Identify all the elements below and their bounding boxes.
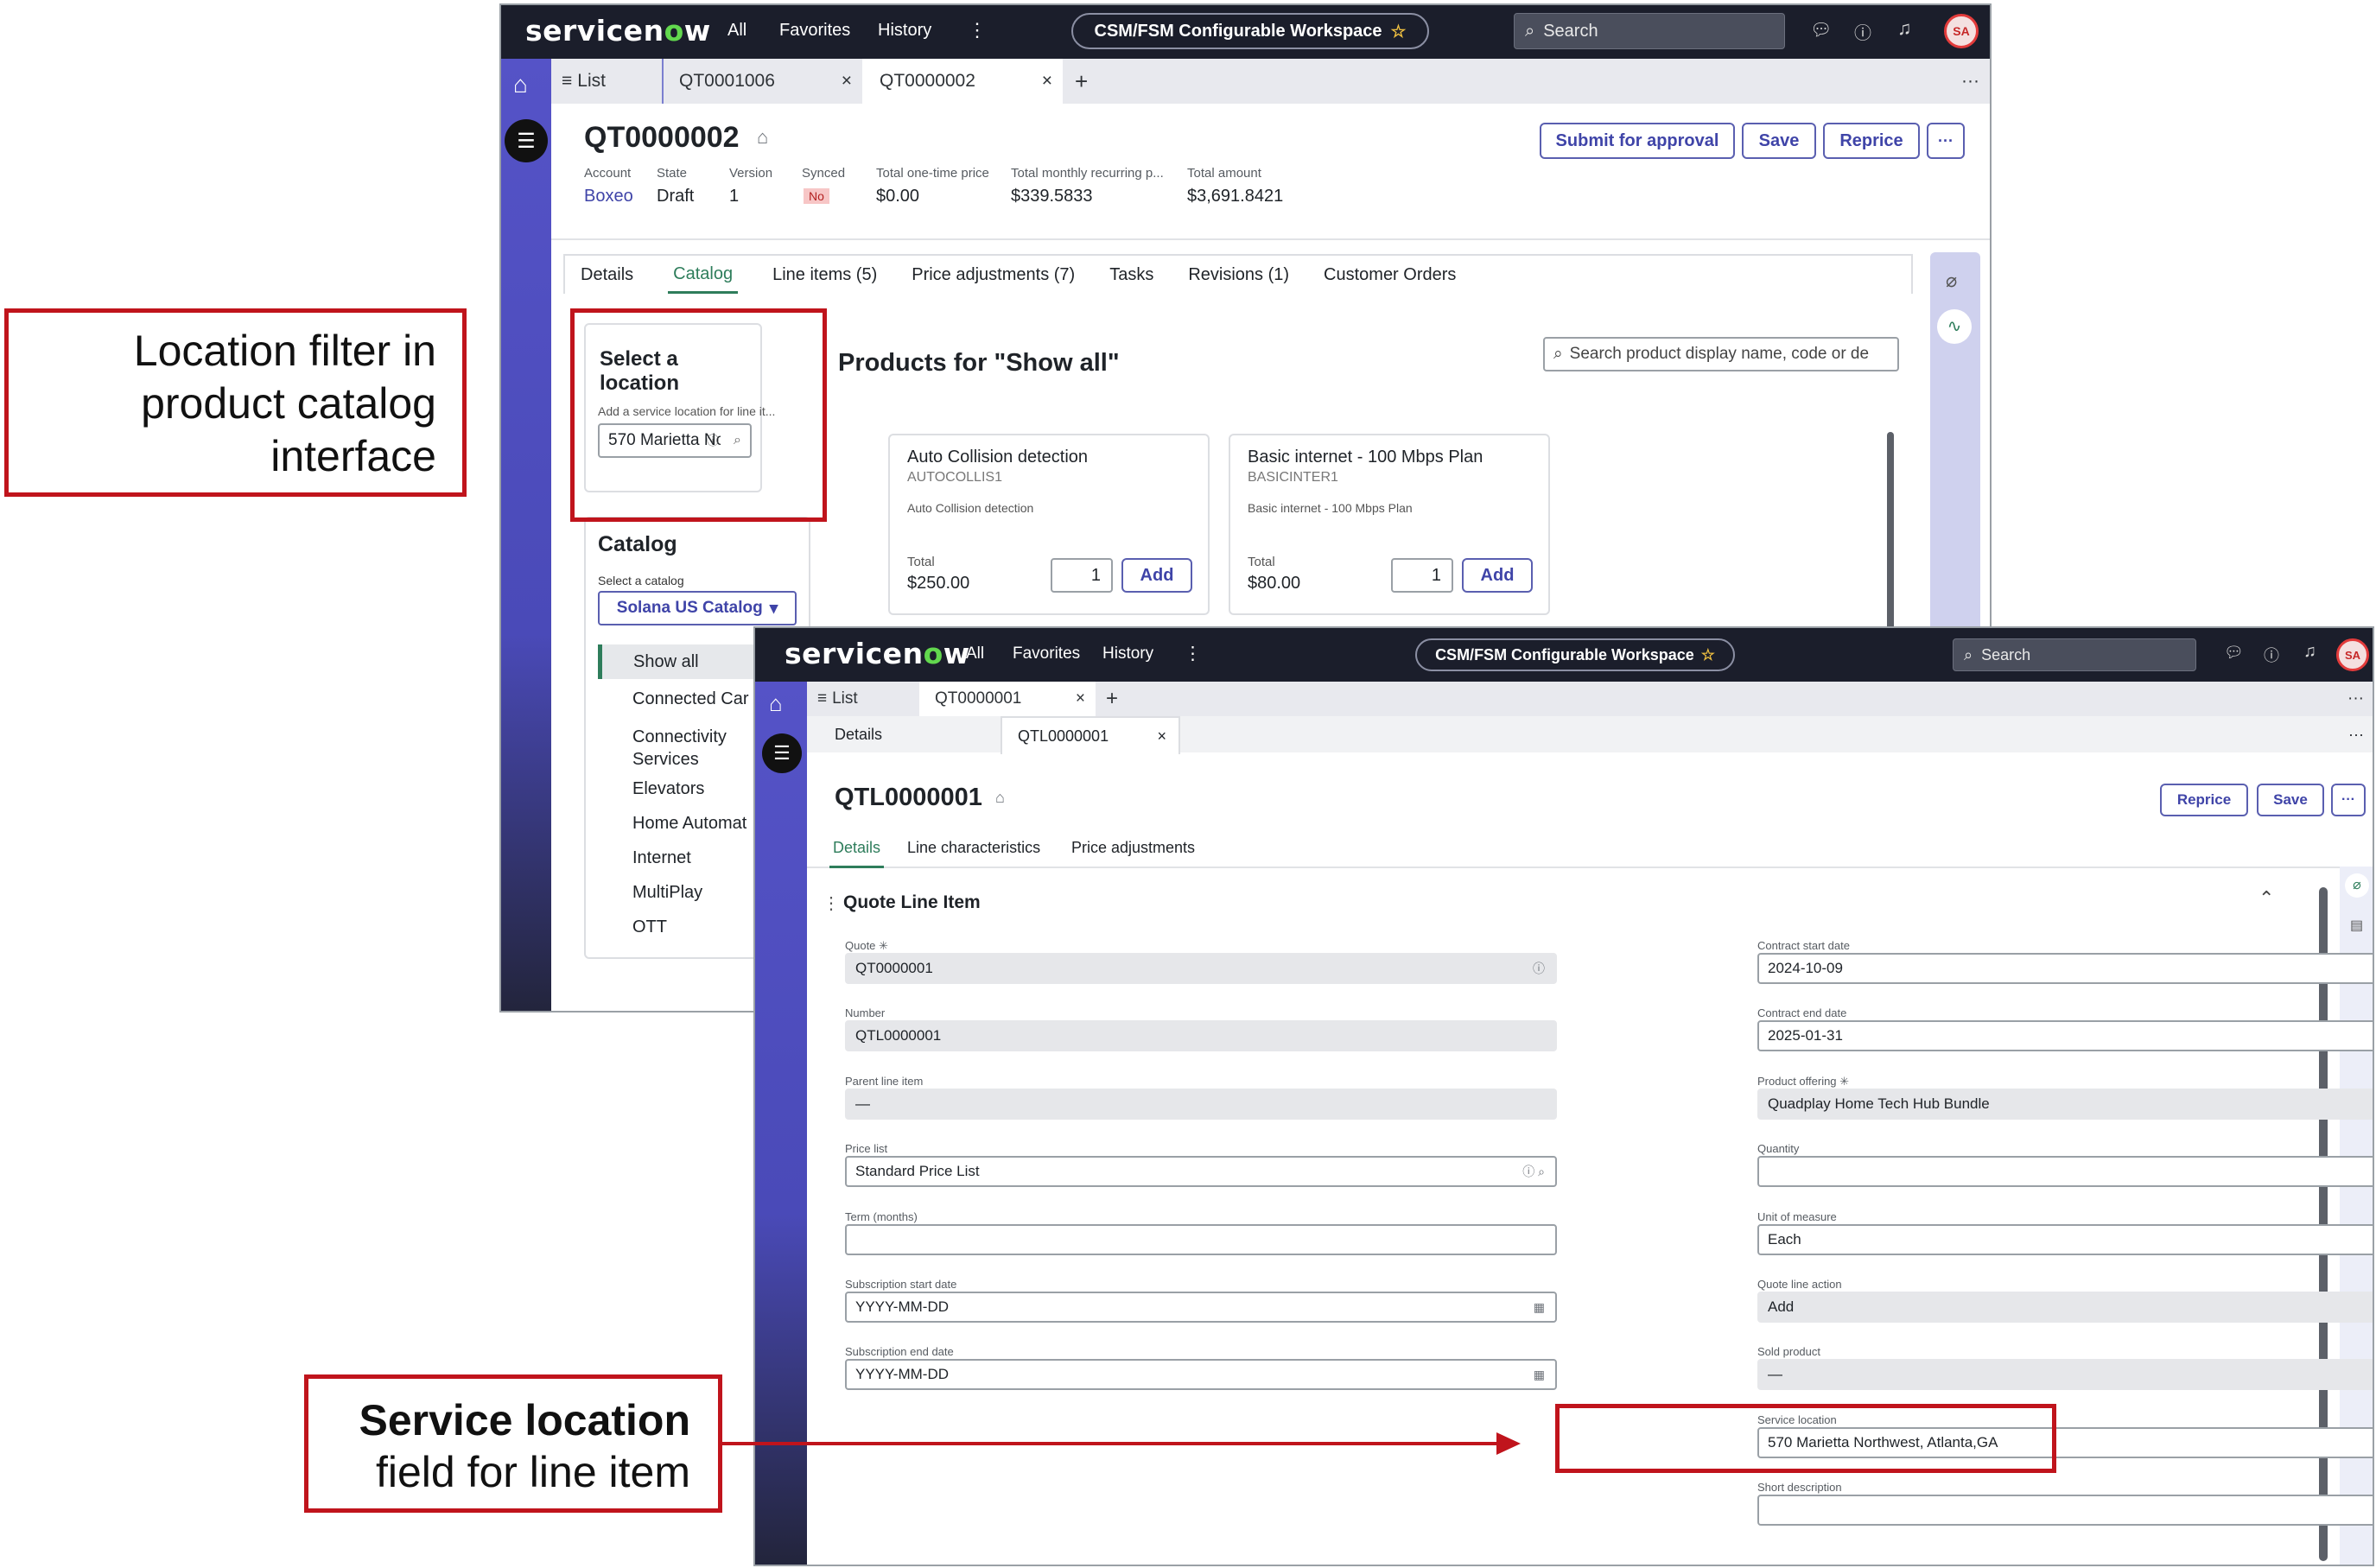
callout-bold-line: Service location xyxy=(359,1396,691,1444)
callout-service-location: Service location field for line item xyxy=(304,1374,722,1513)
callout-line: field for line item xyxy=(375,1448,690,1496)
callout-arrow xyxy=(721,1432,1521,1455)
